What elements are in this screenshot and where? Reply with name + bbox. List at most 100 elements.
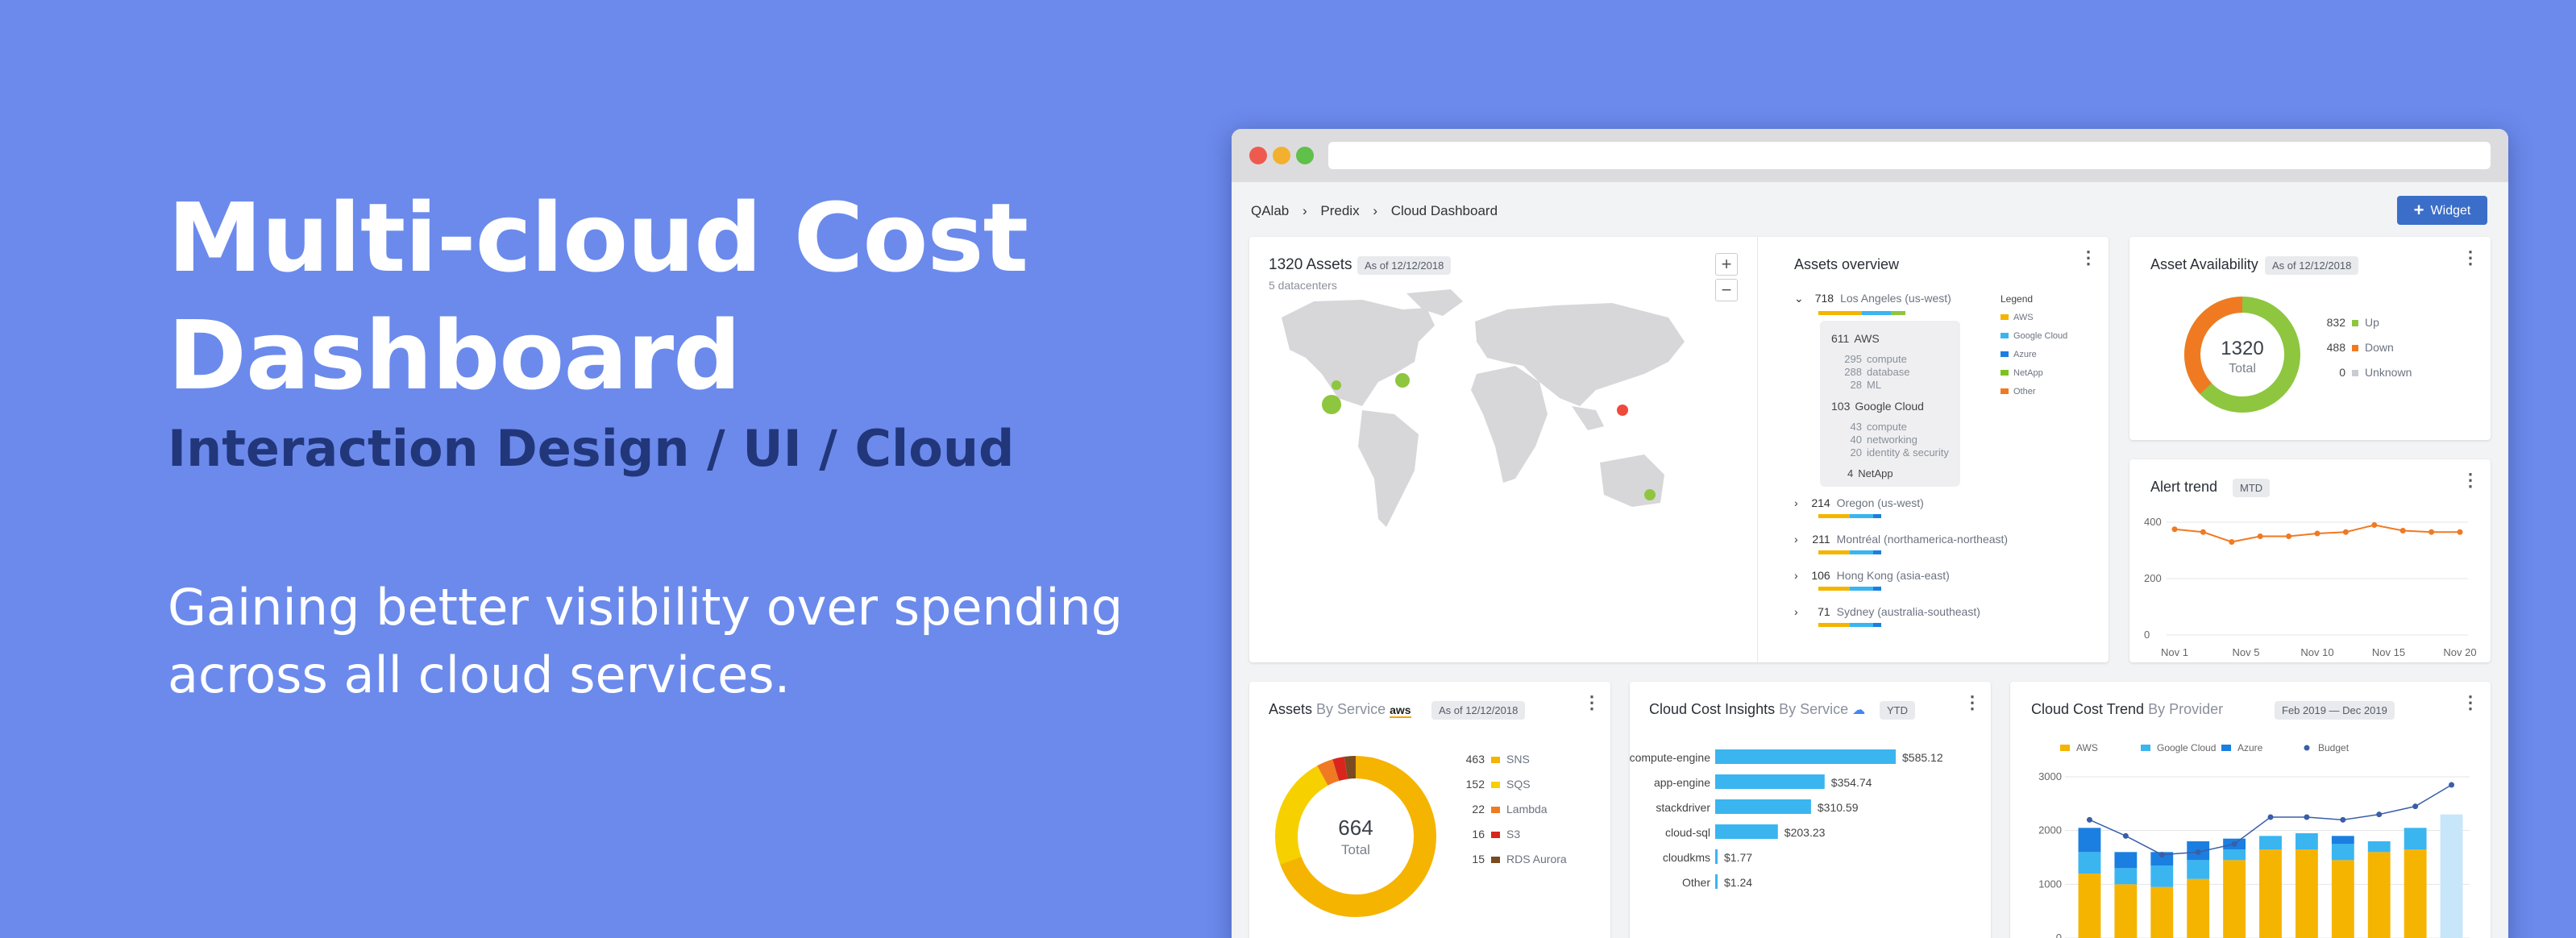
budget-point[interactable] [2231,840,2237,847]
alert-point[interactable] [2429,529,2435,535]
datacenter-marker[interactable] [1644,489,1656,500]
service-row: 16 S3 [1460,828,1520,840]
budget-point[interactable] [2340,816,2346,823]
region-row-la[interactable]: ⌄ 718 Los Angeles (us-west) [1794,292,1951,305]
cost-bar[interactable] [1715,824,1778,839]
datacenter-marker[interactable] [1395,373,1410,388]
breadcrumb-qalab[interactable]: QAlab [1251,203,1289,218]
stacked-bar-segment[interactable] [2295,849,2318,938]
datacenter-marker[interactable] [1332,380,1341,390]
region-row[interactable]: › 214 Oregon (us-west) [1794,496,1924,509]
stacked-bar-segment[interactable] [2150,886,2174,938]
budget-point[interactable] [2449,782,2455,788]
stacked-bar-segment[interactable] [2404,849,2427,938]
minimize-window-dot[interactable] [1273,147,1290,164]
cost-bar[interactable] [1715,874,1718,889]
service-name: S3 [1506,828,1521,840]
alert-menu-icon[interactable]: ⋮ [2462,471,2479,489]
stacked-bar-segment[interactable] [2187,878,2210,938]
hero-title-line2: Dashboard [168,300,742,411]
budget-point[interactable] [2412,803,2419,810]
cost-bar[interactable] [1715,799,1811,814]
region-bar [1818,587,1881,591]
alert-point[interactable] [2257,533,2263,539]
world-map[interactable] [1265,285,1717,551]
stacked-bar-segment[interactable] [2078,874,2101,938]
add-widget-button[interactable]: + Widget [2397,196,2487,225]
address-bar[interactable] [1328,142,2491,169]
assets-service-date: As of 12/12/2018 [1431,701,1526,720]
stacked-bar-segment[interactable] [2331,844,2354,861]
budget-point[interactable] [2158,852,2165,858]
budget-point[interactable] [2267,814,2274,820]
datacenter-marker[interactable] [1322,395,1341,414]
cost-insights-chart[interactable]: compute-engine $585.12 app-engine $354.74 st… [1630,738,1991,899]
stacked-bar-segment[interactable] [2223,849,2246,861]
alert-point[interactable] [2286,533,2292,539]
alert-point[interactable] [2314,530,2320,537]
stacked-bar-segment[interactable] [2331,860,2354,938]
alert-trend-chart[interactable]: 400 200 0 Nov 1 Nov 5 Nov 10 Nov 15 Nov 20 [2129,500,2491,661]
stacked-bar-segment[interactable] [2114,868,2138,885]
stacked-bar-segment[interactable] [2078,852,2101,874]
insights-menu-icon[interactable]: ⋮ [1963,694,1981,712]
alert-point[interactable] [2399,528,2406,533]
browser-window: QAlab › Predix › Cloud Dashboard + Widget… [1232,129,2508,938]
stacked-bar-segment[interactable] [2187,860,2210,879]
cost-bar[interactable] [1715,849,1718,864]
insights-badge: YTD [1880,701,1915,720]
region-count: 71 [1818,605,1830,618]
close-window-dot[interactable] [1249,147,1267,164]
stacked-bar-segment[interactable] [2114,884,2138,938]
cost-bar[interactable] [1715,749,1896,764]
overview-menu-icon[interactable]: ⋮ [2079,249,2097,267]
region-row[interactable]: › 106 Hong Kong (asia-east) [1794,569,1950,582]
region-row[interactable]: › 211 Montréal (northamerica-northeast) [1794,533,2008,546]
cost-bar[interactable] [1715,774,1825,789]
alert-point[interactable] [2200,529,2206,535]
budget-point[interactable] [2122,832,2129,839]
stacked-bar-segment[interactable] [2404,828,2427,849]
datacenter-marker[interactable] [1617,405,1628,416]
region-name: Sydney (australia-southeast) [1836,605,1980,618]
trend-title: Cloud Cost Trend By Provider [2031,701,2223,718]
service-name: compute [1867,353,1907,365]
service-row: 20 identity & security [1843,446,1949,459]
forecast-bar[interactable] [2440,814,2463,938]
zoom-in-button[interactable]: + [1715,253,1738,276]
cost-trend-chart[interactable]: AWSGoogle CloudAzureBudget3000200010000F… [2010,730,2491,938]
budget-point[interactable] [2086,816,2092,823]
assets-service-menu-icon[interactable]: ⋮ [1583,694,1601,712]
trend-menu-icon[interactable]: ⋮ [2462,694,2479,712]
maximize-window-dot[interactable] [1296,147,1314,164]
assets-service-donut[interactable]: 664 Total [1270,751,1441,922]
budget-point[interactable] [2376,811,2383,818]
alert-point[interactable] [2229,539,2235,545]
stacked-bar-segment[interactable] [2223,860,2246,938]
stacked-bar-segment[interactable] [2259,836,2282,849]
status-count: 0 [2339,366,2345,379]
stacked-bar-segment[interactable] [2259,849,2282,938]
alert-point[interactable] [2171,526,2178,533]
region-row[interactable]: › 71 Sydney (australia-southeast) [1794,605,1980,618]
stacked-bar-segment[interactable] [2367,852,2391,938]
stacked-bar-segment[interactable] [2295,833,2318,849]
alert-point[interactable] [2457,529,2463,535]
service-name: RDS Aurora [1506,853,1567,865]
stacked-bar-segment[interactable] [2114,852,2138,869]
stacked-bar-segment[interactable] [2331,836,2354,845]
map-card-title: 1320 Assets [1269,256,1352,273]
stacked-bar-segment[interactable] [2078,828,2101,853]
zoom-out-button[interactable]: − [1715,279,1738,301]
availability-menu-icon[interactable]: ⋮ [2462,249,2479,267]
stacked-bar-segment[interactable] [2150,865,2174,887]
provider-count: 103 [1831,400,1851,413]
budget-point[interactable] [2195,849,2201,855]
stacked-bar-segment[interactable] [2367,841,2391,853]
bar-value-label: $310.59 [1818,801,1859,814]
alert-point[interactable] [2342,529,2349,535]
availability-donut[interactable]: 1320 Total [2183,295,2302,414]
alert-point[interactable] [2371,522,2378,528]
breadcrumb-predix[interactable]: Predix [1320,203,1359,218]
budget-point[interactable] [2304,814,2310,820]
